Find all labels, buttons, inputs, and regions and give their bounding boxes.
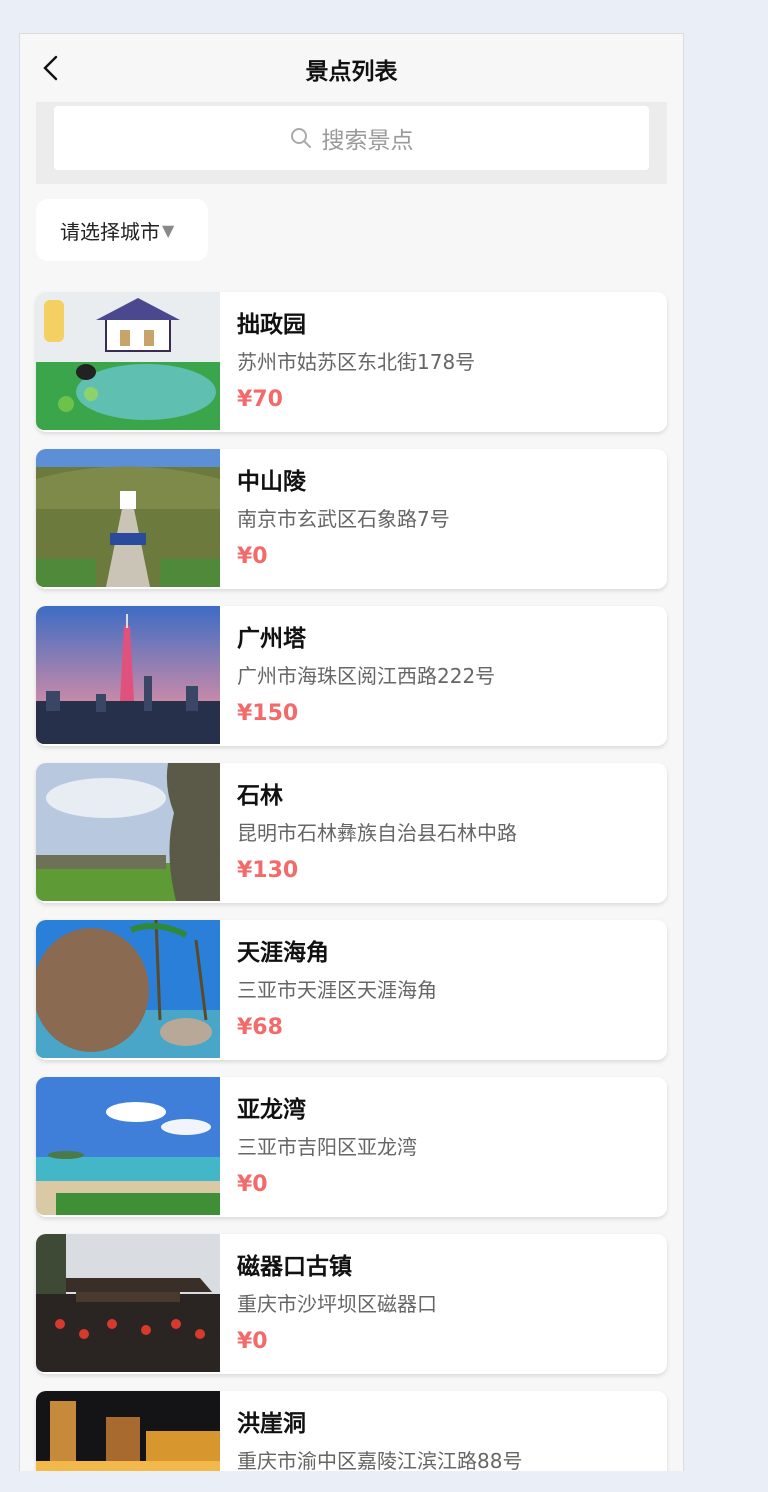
spot-image-ciqikou	[36, 1234, 220, 1372]
spot-address: 三亚市吉阳区亚龙湾	[237, 1135, 417, 1159]
spot-card[interactable]: 石林 昆明市石林彝族自治县石林中路 ¥130	[36, 763, 667, 903]
spot-address: 苏州市姑苏区东北街178号	[237, 350, 476, 374]
spot-image-guangzhouta	[36, 606, 220, 744]
spot-price: ¥0	[237, 544, 268, 569]
spot-image-zhuozhengyuan	[36, 292, 220, 430]
spot-name: 石林	[237, 783, 283, 809]
spot-name: 中山陵	[237, 469, 306, 495]
spot-list: 拙政园 苏州市姑苏区东北街178号 ¥70 中山陵 南京市玄武区石象路7号 ¥0…	[36, 292, 667, 1471]
spot-price: ¥130	[237, 858, 299, 883]
spot-card[interactable]: 广州塔 广州市海珠区阅江西路222号 ¥150	[36, 606, 667, 746]
spot-name: 亚龙湾	[237, 1097, 306, 1123]
spot-address: 广州市海珠区阅江西路222号	[237, 664, 496, 688]
spot-image-yalongwan	[36, 1077, 220, 1215]
spot-address: 重庆市沙坪坝区磁器口	[237, 1292, 437, 1316]
page-title: 景点列表	[305, 59, 398, 85]
spot-price: ¥0	[237, 1172, 268, 1197]
spot-address: 重庆市渝中区嘉陵江滨江路88号	[237, 1449, 523, 1471]
spot-address: 昆明市石林彝族自治县石林中路	[237, 821, 517, 845]
spot-image-hongyadong	[36, 1391, 220, 1471]
spot-card[interactable]: 拙政园 苏州市姑苏区东北街178号 ¥70	[36, 292, 667, 432]
spot-image-zhongshanling	[36, 449, 220, 587]
spot-price: ¥150	[237, 701, 299, 726]
spot-name: 拙政园	[237, 312, 306, 338]
dropdown-arrow-icon: ▼	[162, 220, 175, 240]
spot-card[interactable]: 天涯海角 三亚市天涯区天涯海角 ¥68	[36, 920, 667, 1060]
city-select-label: 请选择城市	[60, 219, 160, 244]
search-input[interactable]: 搜索景点	[54, 106, 649, 170]
spot-price: ¥0	[237, 1329, 268, 1354]
spot-card[interactable]: 洪崖洞 重庆市渝中区嘉陵江滨江路88号	[36, 1391, 667, 1471]
city-select-dropdown[interactable]: 请选择城市 ▼	[36, 199, 208, 261]
spot-name: 磁器口古镇	[237, 1254, 352, 1280]
spot-name: 广州塔	[237, 626, 306, 652]
search-bar: 搜索景点	[36, 102, 667, 184]
spot-card[interactable]: 磁器口古镇 重庆市沙坪坝区磁器口 ¥0	[36, 1234, 667, 1374]
spot-address: 南京市玄武区石象路7号	[237, 507, 450, 531]
spot-card[interactable]: 中山陵 南京市玄武区石象路7号 ¥0	[36, 449, 667, 589]
spot-image-shilin	[36, 763, 220, 901]
spot-price: ¥68	[237, 1015, 283, 1040]
nav-bar: 景点列表	[20, 34, 683, 102]
app-screen: 景点列表 搜索景点 请选择城市 ▼ 拙政园 苏州市姑苏区东北街178号 ¥70 …	[19, 33, 684, 1471]
search-placeholder: 搜索景点	[321, 128, 414, 154]
spot-price: ¥70	[237, 387, 283, 412]
spot-name: 洪崖洞	[237, 1411, 306, 1437]
search-icon	[290, 128, 311, 148]
spot-address: 三亚市天涯区天涯海角	[237, 978, 437, 1002]
spot-name: 天涯海角	[237, 940, 329, 966]
spot-card[interactable]: 亚龙湾 三亚市吉阳区亚龙湾 ¥0	[36, 1077, 667, 1217]
spot-image-tianyahaijiao	[36, 920, 220, 1058]
